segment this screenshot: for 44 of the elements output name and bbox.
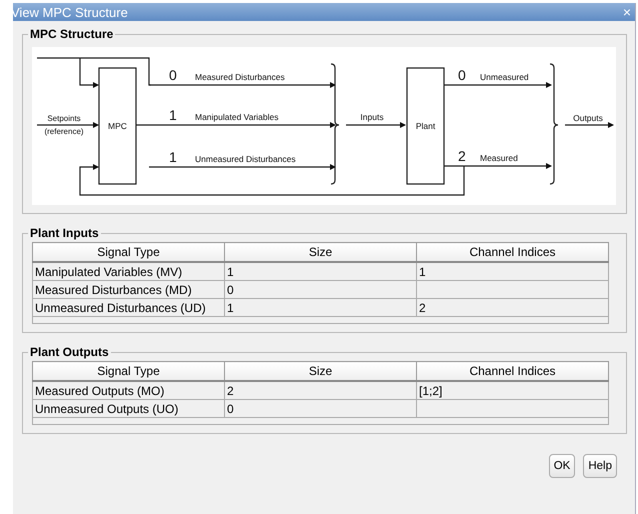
arrow [346,122,406,128]
signal-count: 2 [458,148,466,164]
table-cell: Unmeasured Disturbances (UD) [32,298,224,316]
column-header: Size [224,362,416,381]
plant-label: Plant [416,121,436,131]
table-cell: 2 [416,298,608,316]
table-cell: Unmeasured Outputs (UO) [32,400,224,418]
table-cell: 0 [224,280,416,298]
section-title: MPC Structure [29,27,114,41]
signal-count: 1 [169,149,177,165]
outputs-label: Outputs [573,113,603,123]
controller-label: MPC [108,121,127,131]
section-title: Plant Outputs [29,345,110,359]
signal-count: 0 [169,67,177,83]
table-cell: 2 [224,381,416,400]
signal-count: 0 [458,67,466,83]
column-header: Channel Indices [416,362,608,381]
signal-label: Unmeasured Disturbances [195,154,296,164]
arrow [79,58,99,88]
column-header: Size [224,242,416,262]
table-cell: 0 [224,400,416,418]
column-header: Signal Type [32,242,224,262]
table-cell: 1 [224,298,416,316]
signal-label: Unmeasured [480,72,529,82]
setpoints-label: Setpoints [47,114,81,123]
help-button[interactable]: Help [583,454,617,478]
signal-label: Measured [480,153,518,163]
signal-label: Measured Disturbances [195,72,285,82]
section-title: Plant Inputs [29,226,100,240]
arrow [565,122,614,128]
arrow [37,122,99,128]
inputs-label: Inputs [360,112,384,122]
table-cell: Manipulated Variables (MV) [32,262,224,280]
signal-label: Manipulated Variables [195,112,278,122]
table-cell: [1;2] [416,381,608,400]
table-cell: Measured Outputs (MO) [32,381,224,400]
column-header: Channel Indices [416,242,608,262]
column-header: Signal Type [32,362,224,381]
table-cell: 1 [224,262,416,280]
table-cell: 1 [416,262,608,280]
signal-count: 1 [169,107,177,123]
table-cell: Measured Disturbances (MD) [32,280,224,298]
ok-button[interactable]: OK [548,454,576,478]
setpoints-label: (reference) [44,127,84,136]
